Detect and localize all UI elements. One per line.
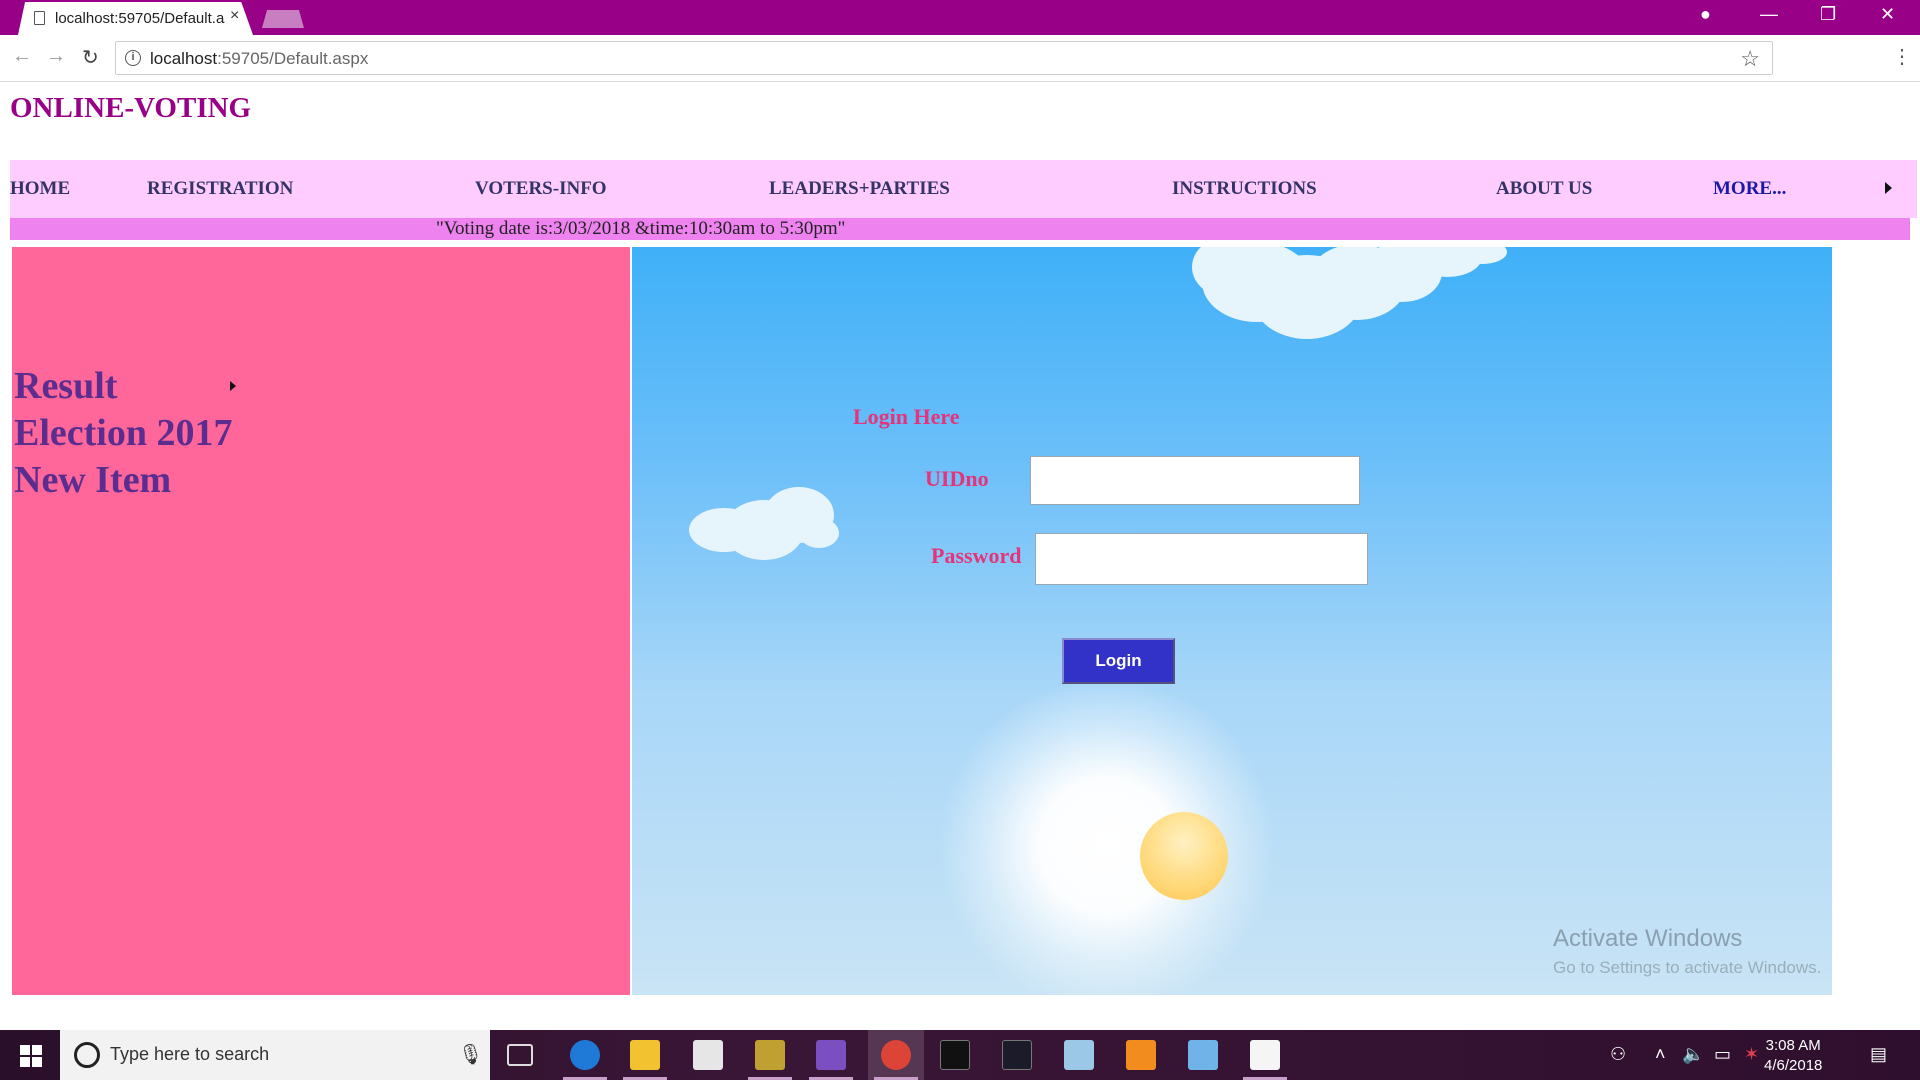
url-path: :59705/Default.aspx (217, 49, 369, 68)
submenu-arrow-icon[interactable] (230, 381, 236, 391)
uid-input[interactable] (1030, 456, 1360, 505)
3d-box-icon[interactable] (1188, 1040, 1218, 1070)
photos-icon[interactable] (1250, 1040, 1280, 1070)
sublime-text-icon[interactable] (1126, 1040, 1156, 1070)
show-hidden-icons-chevron[interactable]: ˄ (1655, 1044, 1666, 1065)
forward-button[interactable]: → (46, 45, 66, 68)
volume-icon[interactable]: 🔈 (1682, 1044, 1704, 1065)
taskbar-search-box[interactable]: Type here to search 🎙 (60, 1030, 490, 1080)
nav-registration[interactable]: REGISTRATION (147, 178, 293, 200)
nav-voters-info[interactable]: VOTERS-INFO (475, 178, 607, 200)
back-button[interactable]: ← (12, 45, 32, 68)
command-prompt-icon[interactable] (940, 1040, 970, 1070)
browser-titlebar: localhost:59705/Default.aspx × ● — ❐ ✕ (0, 0, 1920, 35)
taskbar-clock[interactable]: 3:08 AM 4/6/2018 (1764, 1036, 1822, 1076)
cloud-image (689, 487, 839, 560)
tools-icon[interactable] (755, 1040, 785, 1070)
notes-app-icon[interactable] (1064, 1040, 1094, 1070)
nav-arrow-right-icon[interactable] (1885, 182, 1892, 194)
side-item-new-item[interactable]: New Item (14, 458, 171, 502)
search-placeholder: Type here to search (110, 1044, 270, 1064)
main-navbar: HOME REGISTRATION VOTERS-INFO LEADERS+PA… (10, 160, 1917, 218)
browser-menu-icon[interactable]: ⋮ (1892, 44, 1912, 69)
people-icon[interactable]: ⚇ (1610, 1044, 1626, 1065)
url-host: localhost (150, 49, 218, 68)
edge-icon[interactable] (570, 1040, 600, 1070)
new-tab-button[interactable] (262, 10, 304, 28)
address-bar[interactable]: i localhost:59705/Default.aspx ☆ (115, 41, 1773, 75)
tab-close-icon[interactable]: × (230, 7, 239, 25)
nav-home[interactable]: HOME (10, 178, 70, 200)
restore-button[interactable]: ❐ (1820, 4, 1836, 25)
bookmark-star-icon[interactable]: ☆ (1740, 46, 1760, 72)
battery-icon[interactable]: ▭ (1714, 1044, 1731, 1065)
windows-start-icon[interactable] (20, 1045, 42, 1067)
nav-instructions[interactable]: INSTRUCTIONS (1172, 178, 1317, 200)
profile-icon[interactable]: ● (1700, 4, 1711, 25)
nav-about-us[interactable]: ABOUT US (1496, 178, 1592, 200)
announcement-text: "Voting date is:3/03/2018 &time:10:30am … (436, 218, 846, 239)
site-title: ONLINE-VOTING (10, 92, 252, 124)
sun-glow (937, 675, 1277, 995)
side-item-election-2017[interactable]: Election 2017 (14, 411, 232, 455)
page-icon (34, 11, 45, 25)
clock-date: 4/6/2018 (1764, 1057, 1823, 1074)
login-heading: Login Here (853, 404, 960, 429)
network-icon[interactable]: ✶ (1744, 1044, 1759, 1065)
url-text: localhost:59705/Default.aspx (150, 49, 368, 69)
windows-taskbar: Type here to search 🎙 ⚇ ˄ 🔈 ▭ ✶ 3:08 AM … (0, 1030, 1920, 1080)
clock-time: 3:08 AM (1765, 1037, 1821, 1054)
login-panel: Login Here UIDno Password Login (632, 247, 1832, 995)
login-button[interactable]: Login (1062, 638, 1175, 684)
activate-windows-title: Activate Windows (1553, 925, 1743, 952)
cloud-image (1192, 247, 1507, 339)
reload-button[interactable]: ↻ (82, 45, 99, 70)
nav-leaders-parties[interactable]: LEADERS+PARTIES (769, 178, 950, 200)
nav-more[interactable]: MORE... (1713, 178, 1786, 200)
browser-tab[interactable]: localhost:59705/Default.aspx × (18, 2, 253, 35)
announcement-bar: "Voting date is:3/03/2018 &time:10:30am … (10, 218, 1910, 240)
notifications-icon[interactable]: ▤ (1870, 1044, 1887, 1065)
uid-label: UIDno (925, 466, 989, 491)
task-view-icon[interactable] (507, 1044, 533, 1066)
sun-image (1140, 812, 1228, 900)
mysql-icon[interactable] (1002, 1040, 1032, 1070)
store-icon[interactable] (693, 1040, 723, 1070)
visual-studio-icon[interactable] (816, 1040, 846, 1070)
close-window-button[interactable]: ✕ (1880, 4, 1895, 25)
side-menu: Result Election 2017 New Item (12, 247, 630, 995)
password-input[interactable] (1035, 533, 1368, 585)
info-icon[interactable]: i (125, 50, 141, 66)
cortana-icon[interactable] (74, 1042, 100, 1068)
tab-title: localhost:59705/Default.aspx (55, 10, 225, 27)
password-label: Password (931, 543, 1022, 568)
file-explorer-icon[interactable] (630, 1040, 660, 1070)
chrome-icon[interactable] (881, 1040, 911, 1070)
browser-toolbar: ← → ↻ i localhost:59705/Default.aspx ☆ ⋮ (0, 35, 1920, 82)
minimize-button[interactable]: — (1760, 4, 1778, 25)
microphone-icon[interactable]: 🎙 (458, 1042, 483, 1067)
activate-windows-subtitle: Go to Settings to activate Windows. (1553, 958, 1822, 977)
side-item-result[interactable]: Result (14, 364, 117, 408)
